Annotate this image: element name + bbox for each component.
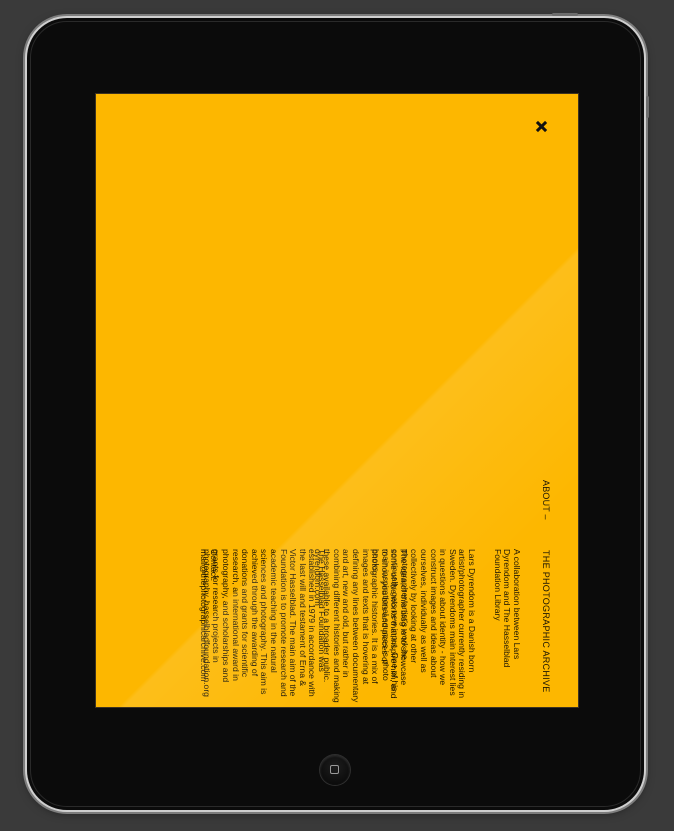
screen: ABOUT – THE PHOTOGRAPHIC ARCHIVE A colla…	[95, 93, 579, 708]
intro-paragraph: A collaboration between Lars Dyrendom an…	[492, 549, 522, 699]
intro-text: A collaboration between Lars Dyrendom an…	[492, 549, 522, 668]
tablet-bezel: ABOUT – THE PHOTOGRAPHIC ARCHIVE A colla…	[27, 18, 644, 810]
close-icon[interactable]	[533, 119, 549, 135]
sleep-button[interactable]	[552, 13, 578, 16]
about-link[interactable]: ABOUT –	[541, 480, 551, 520]
site-title: THE PHOTOGRAPHIC ARCHIVE	[541, 550, 551, 693]
contact-text[interactable]: Contact: mail@thephotographicarchive.com	[199, 549, 219, 707]
volume-button[interactable]	[646, 96, 649, 118]
home-square-icon	[330, 765, 339, 774]
foundation-paragraph: The Hasselblad Foundation was establishe…	[201, 549, 327, 699]
foundation-text: The Hasselblad Foundation was establishe…	[201, 549, 327, 697]
home-button-icon[interactable]	[320, 755, 350, 785]
contact-line: Contact: mail@thephotographicarchive.com	[199, 549, 219, 707]
